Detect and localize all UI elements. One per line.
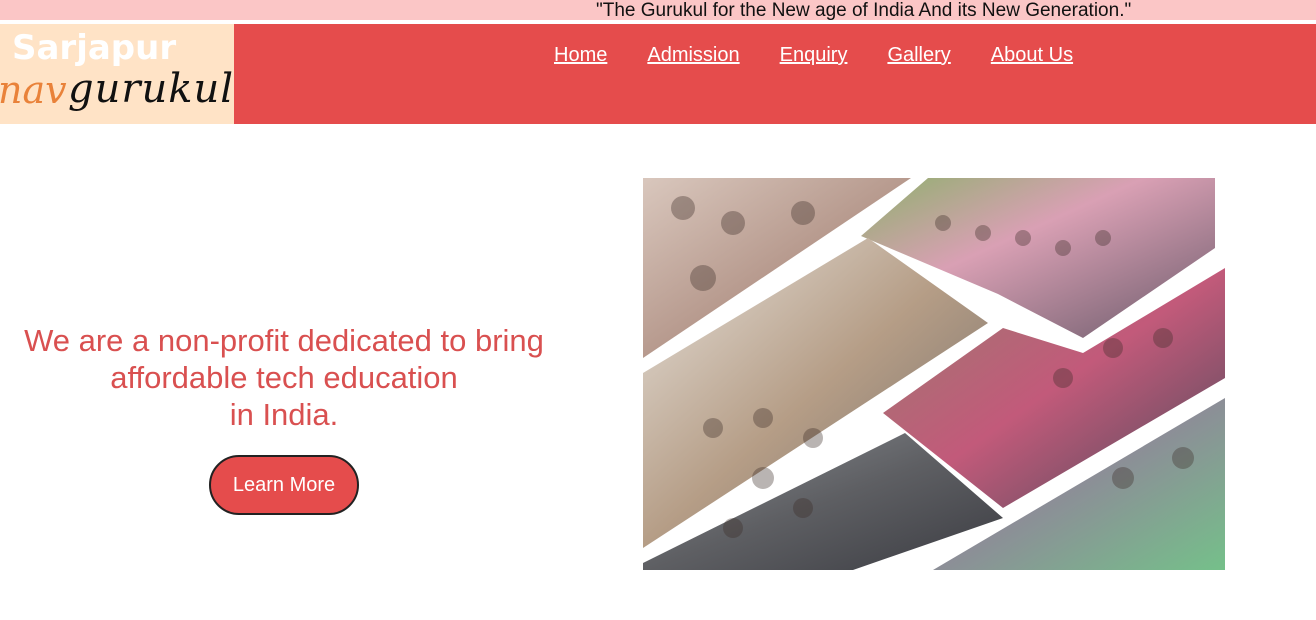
hero-line-3: in India. (229, 397, 339, 432)
logo-gurukul-text: gurukul (68, 66, 234, 112)
tagline-marquee: "The Gurukul for the New age of India An… (596, 0, 1132, 21)
main-nav: Home Admission Enquiry Gallery About Us (554, 44, 1073, 67)
hero-line-2: affordable tech education (110, 360, 458, 395)
hero-line-1: We are a non-profit dedicated to bring (24, 323, 544, 358)
logo-nav-text: nav (0, 68, 67, 112)
logo-sarjapur-text: Sarjapur (12, 28, 177, 68)
photo-collage (643, 178, 1225, 570)
nav-link-admission[interactable]: Admission (647, 44, 739, 67)
nav-link-enquiry[interactable]: Enquiry (780, 44, 848, 67)
hero-statement: We are a non-profit dedicated to bring a… (0, 322, 568, 433)
top-banner: "The Gurukul for the New age of India An… (0, 0, 1316, 21)
site-header: Sarjapur nav gurukul Home Admission Enqu… (0, 24, 1316, 124)
nav-link-about-us[interactable]: About Us (991, 44, 1073, 67)
nav-link-home[interactable]: Home (554, 44, 607, 67)
learn-more-button[interactable]: Learn More (209, 455, 359, 515)
site-logo[interactable]: Sarjapur nav gurukul (0, 24, 234, 124)
nav-link-gallery[interactable]: Gallery (887, 44, 950, 67)
